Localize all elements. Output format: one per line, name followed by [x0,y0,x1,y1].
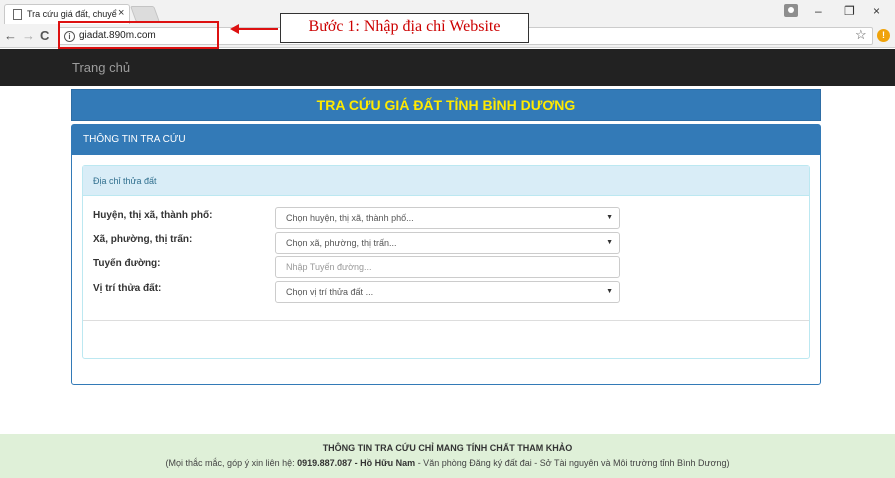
panel-heading: THÔNG TIN TRA CỨU [72,125,820,155]
extension-alert-icon[interactable]: ! [877,29,890,42]
street-label: Tuyến đường: [93,258,161,269]
new-tab-button[interactable] [130,6,160,22]
tab-close-icon[interactable]: × [118,7,124,19]
footer-contact-prefix: (Mọi thắc mắc, góp ý xin liên hệ: [165,458,298,468]
footer-disclaimer: THÔNG TIN TRA CỨU CHỈ MANG TÍNH CHẤT THA… [322,443,573,453]
site-footer: THÔNG TIN TRA CỨU CHỈ MANG TÍNH CHẤT THA… [0,434,895,478]
street-input[interactable]: Nhập Tuyến đường... [275,256,620,278]
lot-position-select[interactable]: Chọn vị trí thửa đất ... ▼ [275,281,620,303]
reload-button[interactable]: C [40,28,49,43]
district-select[interactable]: Chọn huyện, thị xã, thành phố... ▼ [275,207,620,229]
subpanel-heading: Địa chỉ thửa đất [83,166,809,196]
bookmark-star-icon[interactable]: ☆ [855,27,867,43]
annotation-highlight-box [58,21,219,49]
footer-contact: (Mọi thắc mắc, góp ý xin liên hệ: 0919.8… [0,458,895,468]
tab-title: Tra cứu giá đất, chuyển m [27,9,117,19]
back-button[interactable]: ← [4,28,17,43]
site-navbar: Trang chủ [0,49,895,86]
district-label: Huyện, thị xã, thành phố: [93,210,213,221]
page-title-banner: TRA CỨU GIÁ ĐẤT TỈNH BÌNH DƯƠNG [71,89,821,121]
address-subpanel: Địa chỉ thửa đất Huyện, thị xã, thành ph… [82,165,810,359]
ward-select[interactable]: Chọn xã, phường, thị trấn... ▼ [275,232,620,254]
document-icon [13,9,22,20]
ward-label: Xã, phường, thị trấn: [93,234,193,245]
lot-position-select-value: Chọn vị trí thửa đất ... [286,287,374,297]
chevron-down-icon: ▼ [606,214,613,221]
minimize-button[interactable]: – [815,4,822,18]
chevron-down-icon: ▼ [606,288,613,295]
annotation-label: Bước 1: Nhập địa chỉ Website [280,13,529,43]
district-select-value: Chọn huyện, thị xã, thành phố... [286,213,414,223]
subpanel-divider [83,320,809,321]
user-profile-icon[interactable] [784,4,798,17]
window-close-button[interactable]: × [873,4,880,18]
lot-position-label: Vị trí thửa đất: [93,283,162,294]
ward-select-value: Chọn xã, phường, thị trấn... [286,238,397,248]
footer-contact-phone: 0919.887.087 - Hồ Hữu Nam [297,458,416,468]
annotation-arrow [232,28,278,30]
chevron-down-icon: ▼ [606,239,613,246]
footer-contact-suffix: - Văn phòng Đăng ký đất đai - Sở Tài ngu… [415,458,730,468]
nav-home-link[interactable]: Trang chủ [72,60,130,75]
lookup-panel: THÔNG TIN TRA CỨU Địa chỉ thửa đất Huyện… [71,124,821,385]
restore-button[interactable]: ❐ [844,4,855,18]
forward-button[interactable]: → [22,28,35,43]
